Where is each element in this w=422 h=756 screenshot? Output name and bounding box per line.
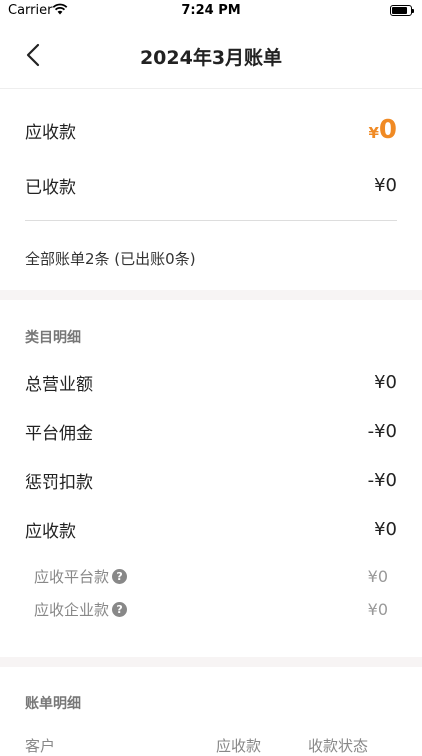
navigation-bar: 2024年3月账单	[0, 22, 422, 89]
receivable-amount: ¥0	[368, 115, 397, 145]
category-row-label: 总营业额	[25, 374, 93, 395]
bill-detail-section-title: 账单明细	[25, 696, 81, 712]
column-header-customer: 客户	[25, 737, 56, 755]
summary-divider	[25, 220, 397, 221]
category-row-label: 应收款	[25, 521, 76, 542]
status-bar: Carrier 7:24 PM	[0, 0, 422, 22]
category-row-label: 惩罚扣款	[25, 472, 93, 493]
section-separator	[0, 657, 422, 667]
received-label: 已收款	[25, 177, 76, 198]
status-time: 7:24 PM	[181, 3, 241, 18]
subrow-label: 应收平台款	[34, 567, 110, 586]
category-subrow: 应收平台款 ? ¥0	[34, 564, 388, 588]
subrow-value: ¥0	[367, 566, 388, 586]
category-subrow: 应收企业款 ? ¥0	[34, 597, 388, 621]
category-row-value: ¥0	[374, 518, 397, 540]
category-row: 应收款 ¥0	[25, 514, 397, 544]
receivable-currency: ¥	[368, 124, 379, 142]
received-value: ¥0	[374, 174, 397, 196]
page-title: 2024年3月账单	[139, 47, 283, 69]
category-row: 惩罚扣款 -¥0	[25, 465, 397, 495]
receivable-row: 应收款 ¥0	[25, 112, 397, 148]
battery-icon	[390, 5, 414, 16]
receivable-number: 0	[378, 115, 397, 145]
category-row-value: -¥0	[367, 420, 397, 442]
receivable-label: 应收款	[25, 122, 76, 143]
section-separator	[0, 290, 422, 300]
category-row-value: ¥0	[374, 371, 397, 393]
category-row: 总营业额 ¥0	[25, 367, 397, 397]
bill-count-text: 全部账单2条 (已出账0条)	[25, 250, 196, 268]
column-header-payment-status: 收款状态	[308, 737, 369, 755]
category-row-label: 平台佣金	[25, 423, 93, 444]
subrow-value: ¥0	[367, 599, 388, 619]
received-row: 已收款 ¥0	[25, 170, 397, 200]
question-icon[interactable]: ?	[112, 568, 128, 584]
category-row-value: -¥0	[367, 469, 397, 491]
category-row: 平台佣金 -¥0	[25, 416, 397, 446]
subrow-label: 应收企业款	[34, 600, 110, 619]
category-section-title: 类目明细	[25, 330, 81, 346]
question-icon[interactable]: ?	[112, 601, 128, 617]
column-header-receivable: 应收款	[216, 737, 262, 755]
